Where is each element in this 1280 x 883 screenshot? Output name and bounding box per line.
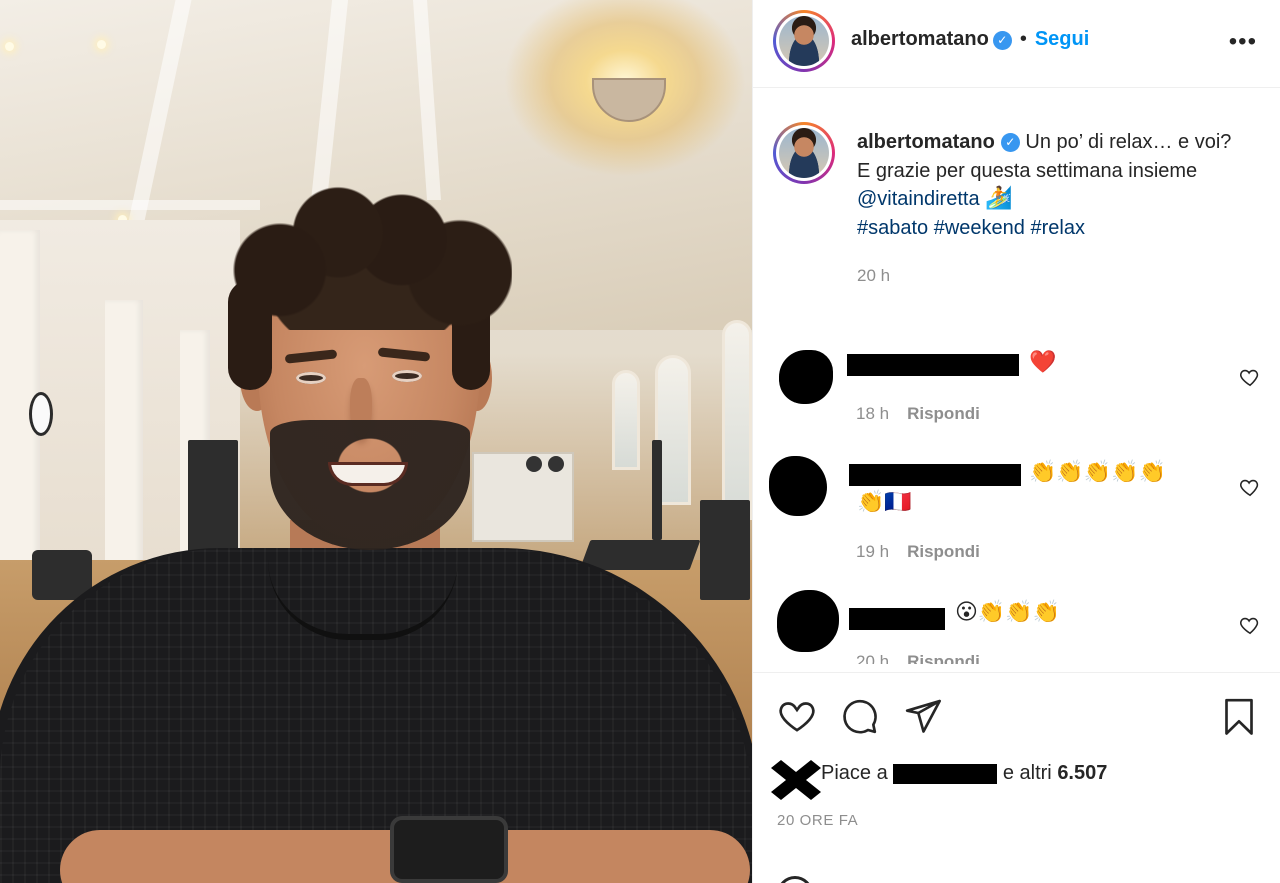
post-photo[interactable] xyxy=(0,0,752,883)
pillar xyxy=(105,300,143,590)
separator-dot: • xyxy=(1019,28,1027,50)
window xyxy=(722,320,752,520)
likes-prefix: Piace a xyxy=(821,762,888,784)
redacted-username xyxy=(849,464,1021,486)
ceiling-light xyxy=(97,40,106,49)
comment-text: 😮👏👏👏 xyxy=(955,600,1061,625)
comment-meta: 18 h Rispondi xyxy=(856,404,980,424)
hashtag-link[interactable]: #sabato xyxy=(857,217,928,239)
treadmill-handle xyxy=(652,440,662,540)
post-side-panel: albertomatano ✓ • Segui ••• albertomatano ✓ … xyxy=(752,0,1280,883)
bookmark-icon[interactable] xyxy=(1219,696,1259,736)
post-timestamp[interactable]: 20 ORE FA xyxy=(777,812,858,829)
reply-button[interactable]: Rispondi xyxy=(907,404,980,423)
small-heart-icon[interactable] xyxy=(1239,476,1261,498)
redacted-liker-name xyxy=(893,763,998,784)
more-options-icon[interactable]: ••• xyxy=(1229,28,1257,56)
comment-text-line2: 👏🇫🇷 xyxy=(857,490,912,515)
post-header: albertomatano ✓ • Segui ••• xyxy=(753,0,1280,88)
eye xyxy=(296,372,326,384)
comment: 😮👏👏👏 20 h Rispondi xyxy=(753,588,1280,664)
likes-suffix: e altri xyxy=(1002,762,1052,784)
comment-input-avatar xyxy=(777,876,813,883)
comment-meta: 19 h Rispondi xyxy=(856,542,980,562)
action-bar xyxy=(753,690,1280,740)
ceiling-light xyxy=(5,42,14,51)
redacted-avatar xyxy=(779,350,833,404)
surfer-emoji: 🏄 xyxy=(985,186,1013,211)
caption-text-line2: E grazie per questa settimana insieme xyxy=(857,159,1198,182)
verified-badge-icon: ✓ xyxy=(1000,133,1020,153)
wristwatch xyxy=(390,816,508,883)
comment-timestamp[interactable]: 20 h xyxy=(856,652,889,664)
comment-timestamp[interactable]: 18 h xyxy=(856,404,889,423)
redacted-liker-avatar xyxy=(771,760,821,800)
comment-text: ❤️ xyxy=(1029,350,1057,375)
heart-icon[interactable] xyxy=(777,696,817,736)
reply-button[interactable]: Rispondi xyxy=(907,652,980,664)
header-user-line: albertomatano ✓ • Segui xyxy=(851,28,1089,51)
eye xyxy=(392,370,422,382)
comment-timestamp[interactable]: 19 h xyxy=(856,542,889,561)
avatar[interactable] xyxy=(773,10,835,72)
caption-username[interactable]: albertomatano xyxy=(857,131,995,153)
medicine-ball xyxy=(526,456,542,472)
header-username[interactable]: albertomatano xyxy=(851,28,989,50)
comment-meta: 20 h Rispondi xyxy=(856,652,980,664)
comment: ❤️ 18 h Rispondi xyxy=(753,348,1280,438)
caption-avatar[interactable] xyxy=(773,122,835,184)
redacted-username xyxy=(849,608,945,630)
caption-text: Un po’ di relax… e voi? xyxy=(1025,131,1232,153)
mention-link[interactable]: @vitaindiretta xyxy=(857,188,980,210)
likes-count: 6.507 xyxy=(1057,762,1108,784)
small-heart-icon[interactable] xyxy=(1239,366,1261,388)
follow-button[interactable]: Segui xyxy=(1035,28,1089,50)
redacted-avatar xyxy=(777,590,839,652)
comment-text: 👏👏👏👏👏 xyxy=(1029,460,1166,485)
elliptical-machine xyxy=(700,500,750,600)
likes-summary[interactable]: Piace a e altri 6.507 xyxy=(821,762,1107,785)
window xyxy=(612,370,640,470)
verified-badge-icon: ✓ xyxy=(992,31,1012,51)
post-caption: albertomatano ✓ Un po’ di relax… e voi? E… xyxy=(857,128,1257,291)
curly-hair xyxy=(222,180,512,330)
redacted-avatar xyxy=(769,456,827,516)
reply-button[interactable]: Rispondi xyxy=(907,542,980,561)
small-heart-icon[interactable] xyxy=(1239,614,1261,636)
ceiling-beam xyxy=(0,200,260,210)
hashtag-link[interactable]: #relax xyxy=(1030,217,1084,239)
redacted-username xyxy=(847,354,1019,376)
wall-clock xyxy=(29,392,53,436)
smile xyxy=(328,462,408,486)
comment-icon[interactable] xyxy=(839,696,879,736)
caption-timestamp[interactable]: 20 h xyxy=(857,262,1257,291)
medicine-ball xyxy=(548,456,564,472)
comment: 👏👏👏👏👏 👏🇫🇷 19 h Rispondi xyxy=(753,456,1280,576)
divider xyxy=(753,672,1280,673)
hashtag-link[interactable]: #weekend xyxy=(934,217,1025,239)
treadmill xyxy=(579,540,701,570)
paper-plane-icon[interactable] xyxy=(903,696,943,736)
